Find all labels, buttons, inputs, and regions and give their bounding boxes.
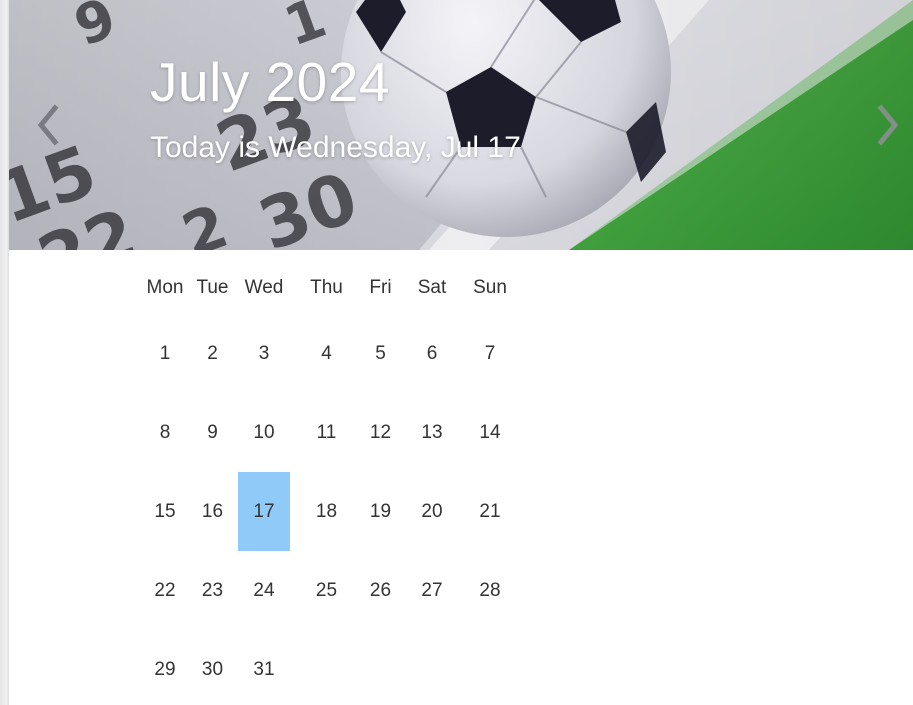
day-number: 2 <box>207 342 218 364</box>
day-number: 27 <box>421 579 443 601</box>
previous-month-button[interactable] <box>33 100 67 150</box>
day-cell[interactable]: 26 <box>358 551 403 630</box>
day-number: 31 <box>253 658 275 680</box>
day-cell[interactable]: 23 <box>192 551 233 630</box>
day-cell[interactable]: 13 <box>403 393 461 472</box>
day-number: 12 <box>369 421 392 443</box>
weekday-header-row: Mon Tue Wed Thu Fri Sat Sun <box>138 262 519 314</box>
calendar-grid: Mon Tue Wed Thu Fri Sat Sun 1 2 3 4 5 6 7 8 9 10 1… <box>138 262 519 705</box>
weekday-wed: Wed <box>244 277 284 298</box>
day-cell[interactable]: 7 <box>461 314 519 393</box>
day-number: 9 <box>207 421 218 443</box>
day-cell[interactable]: 12 <box>358 393 403 472</box>
day-number: 11 <box>316 421 337 443</box>
day-cell[interactable]: 29 <box>138 630 192 705</box>
day-number: 13 <box>421 421 443 443</box>
calendar-page: 15 22 9 23 30 1 2 <box>0 0 913 705</box>
day-cell[interactable]: 22 <box>138 551 192 630</box>
weekday-sat: Sat <box>417 277 447 298</box>
day-number: 15 <box>154 500 176 522</box>
left-gutter <box>0 0 9 705</box>
calendar-week-row: 29 30 31 <box>138 630 519 705</box>
day-number: 10 <box>253 421 275 443</box>
day-cell[interactable]: 1 <box>138 314 192 393</box>
day-number: 20 <box>421 500 443 522</box>
today-day-number: 17 <box>238 472 290 551</box>
day-cell[interactable]: 2 <box>192 314 233 393</box>
day-number: 7 <box>484 342 496 364</box>
day-cell[interactable]: 24 <box>233 551 295 630</box>
day-cell[interactable]: 25 <box>295 551 358 630</box>
day-cell[interactable]: 4 <box>295 314 358 393</box>
day-cell[interactable]: 16 <box>192 472 233 551</box>
day-cell[interactable]: 14 <box>461 393 519 472</box>
day-cell[interactable]: 8 <box>138 393 192 472</box>
day-cell[interactable]: 20 <box>403 472 461 551</box>
day-cell[interactable]: 27 <box>403 551 461 630</box>
day-cell[interactable]: 11 <box>295 393 358 472</box>
day-number: 30 <box>201 658 224 680</box>
day-cell[interactable]: 6 <box>403 314 461 393</box>
empty-day-cell <box>403 630 461 705</box>
today-cell[interactable]: 17 <box>233 472 295 551</box>
weekday-sun: Sun <box>473 277 507 298</box>
today-label: Today is Wednesday, Jul 17 <box>150 131 521 164</box>
day-number: 24 <box>253 579 275 601</box>
day-number: 6 <box>426 342 438 364</box>
day-cell[interactable]: 9 <box>192 393 233 472</box>
day-cell[interactable]: 5 <box>358 314 403 393</box>
day-number: 21 <box>479 500 501 522</box>
day-cell[interactable]: 3 <box>233 314 295 393</box>
day-number: 14 <box>479 421 501 443</box>
day-number: 25 <box>315 579 338 601</box>
day-number: 16 <box>201 500 224 522</box>
day-number: 23 <box>201 579 224 601</box>
empty-day-cell <box>295 630 358 705</box>
weekday-tue: Tue <box>196 277 229 298</box>
day-cell[interactable]: 10 <box>233 393 295 472</box>
calendar-week-row: 8 9 10 11 12 13 14 <box>138 393 519 472</box>
weekday-mon: Mon <box>146 277 184 298</box>
day-number: 29 <box>154 658 176 680</box>
day-cell[interactable]: 18 <box>295 472 358 551</box>
day-number: 1 <box>159 342 171 364</box>
day-number: 19 <box>369 500 392 522</box>
calendar-week-row: 1 2 3 4 5 6 7 <box>138 314 519 393</box>
calendar-body: 1 2 3 4 5 6 7 8 9 10 11 12 13 14 15 16 17 18 19 20 21 22 23 24 2… <box>138 314 519 705</box>
day-cell[interactable]: 19 <box>358 472 403 551</box>
chevron-left-icon <box>37 104 59 146</box>
banner-image: 15 22 9 23 30 1 2 <box>9 0 913 250</box>
chevron-right-icon <box>877 104 899 146</box>
day-number: 3 <box>258 342 270 364</box>
next-month-button[interactable] <box>871 100 905 150</box>
day-number: 26 <box>369 579 392 601</box>
empty-day-cell <box>461 630 519 705</box>
header-banner: 15 22 9 23 30 1 2 <box>9 0 913 250</box>
weekday-fri: Fri <box>369 277 392 298</box>
day-cell[interactable]: 31 <box>233 630 295 705</box>
day-cell[interactable]: 30 <box>192 630 233 705</box>
day-number: 5 <box>375 342 386 364</box>
day-cell[interactable]: 21 <box>461 472 519 551</box>
day-number: 8 <box>159 421 171 443</box>
day-number: 28 <box>479 579 501 601</box>
weekday-thu: Thu <box>310 277 343 298</box>
day-cell[interactable]: 15 <box>138 472 192 551</box>
day-number: 22 <box>154 579 176 601</box>
day-number: 4 <box>321 342 332 364</box>
day-cell[interactable]: 28 <box>461 551 519 630</box>
day-number: 18 <box>315 500 338 522</box>
empty-day-cell <box>358 630 403 705</box>
month-title: July 2024 <box>150 51 390 113</box>
calendar-week-row: 22 23 24 25 26 27 28 <box>138 551 519 630</box>
calendar-week-row: 15 16 17 18 19 20 21 <box>138 472 519 551</box>
